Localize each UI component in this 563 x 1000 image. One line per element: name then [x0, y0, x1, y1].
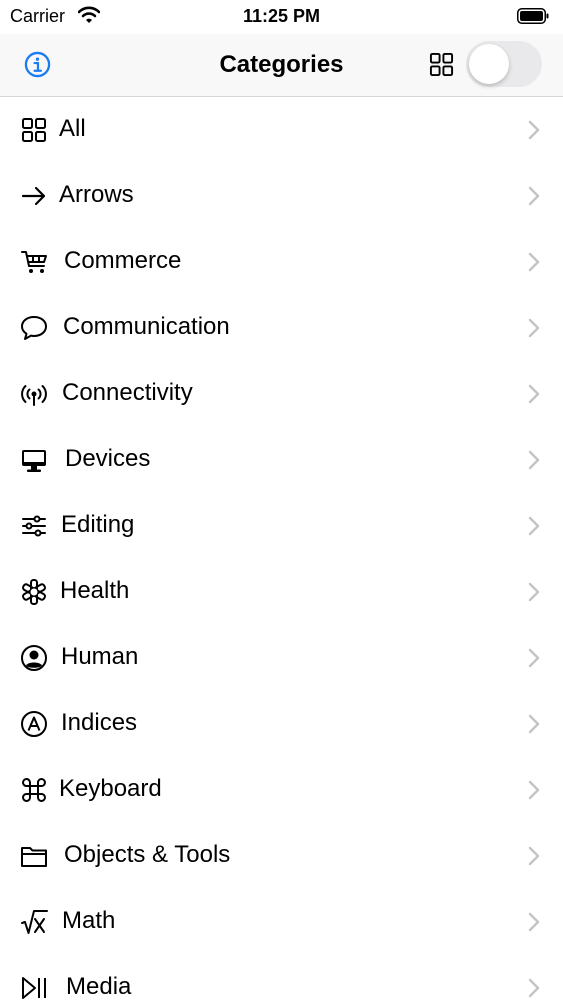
chevron-right-icon	[528, 516, 540, 536]
list-item-editing[interactable]: Editing	[0, 493, 563, 559]
folder-icon	[20, 842, 48, 870]
list-item-label: Connectivity	[62, 379, 193, 406]
list-item-label: Indices	[61, 709, 138, 736]
square-root-icon	[20, 908, 48, 936]
list-item-arrows[interactable]: Arrows	[0, 163, 563, 229]
list-item-commerce[interactable]: Commerce	[0, 229, 563, 295]
staroflife-icon	[20, 578, 48, 606]
list-item-label: Communication	[63, 313, 230, 340]
chevron-right-icon	[528, 846, 540, 866]
chevron-right-icon	[528, 912, 540, 932]
list-item-media[interactable]: Media	[0, 955, 563, 1000]
arrow-right-icon	[20, 182, 48, 210]
list-item-label: Editing	[61, 511, 135, 538]
list-item-communication[interactable]: Communication	[0, 295, 563, 361]
chevron-right-icon	[528, 582, 540, 602]
play-pause-icon	[20, 974, 48, 1000]
list-item-devices[interactable]: Devices	[0, 427, 563, 493]
list-item-label: Keyboard	[59, 775, 162, 802]
list-item-label: Math	[62, 907, 116, 934]
grid-toggle-switch[interactable]	[466, 41, 542, 87]
navigation-bar: Categories	[0, 34, 563, 97]
desktop-icon	[20, 446, 48, 474]
chevron-right-icon	[528, 978, 540, 998]
chevron-right-icon	[528, 186, 540, 206]
list-item-label: Health	[60, 577, 130, 604]
list-item-label: Devices	[65, 445, 151, 472]
list-item-label: Media	[66, 973, 132, 1000]
speech-bubble-icon	[20, 314, 48, 342]
grid-icon[interactable]	[429, 52, 454, 77]
category-list: All Arrows Commerce Communication Connec…	[0, 97, 563, 1000]
list-item-health[interactable]: Health	[0, 559, 563, 625]
cart-icon	[20, 248, 48, 276]
list-item-human[interactable]: Human	[0, 625, 563, 691]
chevron-right-icon	[528, 318, 540, 338]
toggle-knob	[469, 44, 509, 84]
person-circle-icon	[20, 644, 48, 672]
chevron-right-icon	[528, 450, 540, 470]
list-item-keyboard[interactable]: Keyboard	[0, 757, 563, 823]
chevron-right-icon	[528, 120, 540, 140]
chevron-right-icon	[528, 648, 540, 668]
list-item-label: All	[59, 115, 86, 142]
battery-icon	[517, 8, 549, 24]
list-item-all[interactable]: All	[0, 97, 563, 163]
chevron-right-icon	[528, 714, 540, 734]
sliders-icon	[20, 512, 48, 540]
list-item-indices[interactable]: Indices	[0, 691, 563, 757]
list-item-connectivity[interactable]: Connectivity	[0, 361, 563, 427]
list-item-label: Human	[61, 643, 139, 670]
list-item-label: Commerce	[64, 247, 182, 274]
list-item-objects-tools[interactable]: Objects & Tools	[0, 823, 563, 889]
grid-icon	[20, 116, 48, 144]
command-icon	[20, 776, 48, 804]
chevron-right-icon	[528, 384, 540, 404]
antenna-icon	[20, 380, 48, 408]
status-bar: Carrier 11:25 PM	[0, 0, 563, 34]
a-circle-icon	[20, 710, 48, 738]
list-item-math[interactable]: Math	[0, 889, 563, 955]
list-item-label: Objects & Tools	[64, 841, 231, 868]
chevron-right-icon	[528, 252, 540, 272]
status-time: 11:25 PM	[242, 6, 321, 26]
chevron-right-icon	[528, 780, 540, 800]
list-item-label: Arrows	[59, 181, 134, 208]
